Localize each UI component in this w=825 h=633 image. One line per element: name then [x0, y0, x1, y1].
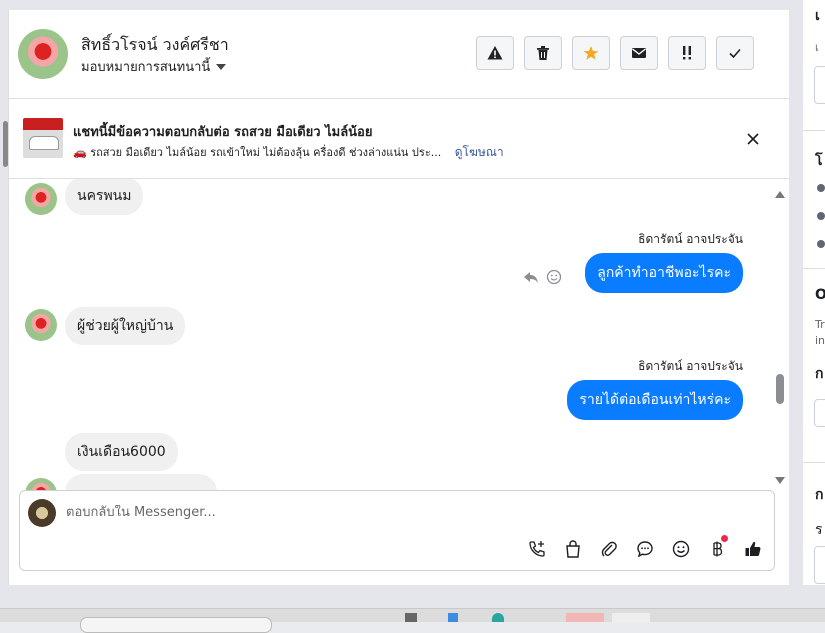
caret-down-icon — [216, 63, 227, 70]
section-heading-cut: โ — [815, 153, 823, 169]
incoming-message-partial[interactable]: ... — [65, 474, 217, 491]
close-banner-button[interactable] — [743, 129, 763, 149]
react-emoji-icon[interactable] — [546, 269, 562, 285]
scroll-down-arrow[interactable] — [775, 477, 785, 484]
emoji-icon — [672, 540, 690, 558]
divider — [803, 130, 825, 131]
incoming-message[interactable]: เงินเดือน6000 — [65, 433, 178, 471]
section-subtext-cut: เ — [815, 41, 819, 54]
notification-dot — [721, 535, 728, 542]
shop-button[interactable] — [563, 539, 583, 559]
delete-button[interactable] — [524, 36, 562, 70]
section-label-cut: ร — [815, 522, 823, 538]
conversation-header: สิทธิ์วโรจน์ วงค์ศรีชา มอบหมายการสนทนานี… — [9, 10, 789, 99]
message-thread[interactable]: นครพนม ธิดารัตน์ อาจประจัน ลูกค้าทำอาชีพ… — [9, 179, 789, 491]
app-window: สิทธิ์วโรจน์ วงค์ศรีชา มอบหมายการสนทนานี… — [0, 0, 825, 608]
emoji-button[interactable] — [671, 539, 691, 559]
assign-conversation-dropdown[interactable]: มอบหมายการสนทนานี้ — [81, 56, 227, 77]
attach-button[interactable] — [599, 539, 619, 559]
section-heading-cut: O — [815, 287, 825, 303]
scrollbar-thumb[interactable] — [776, 374, 784, 404]
shopping-bag-icon — [566, 540, 580, 558]
star-icon — [583, 46, 599, 60]
payment-button[interactable] — [707, 535, 728, 559]
contact-avatar[interactable] — [18, 29, 68, 79]
close-icon — [747, 133, 759, 145]
scroll-up-arrow[interactable] — [775, 191, 785, 198]
section-heading-cut: ก — [815, 487, 824, 503]
mark-done-button[interactable] — [716, 36, 754, 70]
check-icon — [729, 48, 741, 59]
incoming-message[interactable]: นครพนม — [65, 179, 144, 215]
banner-handle — [3, 121, 8, 167]
details-input-box[interactable] — [814, 546, 825, 584]
ad-banner-title: แชทนี้มีข้อความตอบกลับต่อ รถสวย มือเดียว… — [73, 125, 373, 140]
outgoing-message[interactable]: ลูกค้าทำอาชีพอะไรคะ — [585, 253, 743, 293]
location-icon — [817, 212, 825, 220]
envelope-icon — [632, 48, 646, 58]
mark-unread-button[interactable] — [620, 36, 658, 70]
conversation-panel: สิทธิ์วโรจน์ วงค์ศรีชา มอบหมายการสนทนานี… — [3, 10, 789, 585]
double-exclamation-icon — [683, 46, 691, 60]
location-icon — [817, 240, 825, 248]
contact-avatar-small — [25, 309, 57, 341]
thumbs-up-icon — [745, 541, 761, 556]
ad-banner-subtitle: 🚗 รถสวย มือเดียว ไมล์น้อย รถเข้าใหม่ ไม่… — [73, 143, 504, 162]
ad-reply-banner: แชทนี้มีข้อความตอบกลับต่อ รถสวย มือเดียว… — [3, 99, 789, 179]
contact-avatar-small — [25, 183, 57, 215]
section-subtext-cut: in — [815, 334, 825, 347]
ad-thumbnail[interactable] — [23, 118, 63, 158]
details-input-box[interactable] — [814, 66, 825, 104]
reply-icon[interactable] — [523, 269, 539, 285]
outgoing-message[interactable]: รายได้ต่อเดือนเท่าไหร่คะ — [567, 380, 743, 420]
baht-icon — [713, 541, 723, 557]
divider — [803, 462, 825, 463]
chat-bubble-icon — [637, 541, 653, 558]
ad-banner-text: 🚗 รถสวย มือเดียว ไมล์น้อย รถเข้าใหม่ ไม่… — [73, 146, 442, 159]
reply-input[interactable] — [66, 505, 666, 520]
message-sender: ธิดารัตน์ อาจประจัน — [638, 232, 743, 246]
section-heading-cut: เ — [815, 8, 820, 24]
incoming-message[interactable]: ผู้ช่วยผู้ใหญ่บ้าน — [65, 307, 186, 345]
warning-icon — [487, 46, 503, 60]
clock-icon — [817, 184, 825, 192]
star-button[interactable] — [572, 36, 610, 70]
contact-details-panel: เ เ โ O Tr in ก ก ร — [803, 0, 825, 585]
send-like-button[interactable] — [743, 539, 763, 559]
message-sender: ธิดารัตน์ อาจประจัน — [638, 359, 743, 373]
reply-composer — [19, 490, 775, 571]
assign-label: มอบหมายการสนทนานี้ — [81, 60, 211, 75]
section-label-cut: ก — [815, 366, 824, 382]
saved-replies-button[interactable] — [635, 539, 655, 559]
page-avatar — [28, 499, 56, 527]
trash-icon — [537, 46, 549, 60]
divider — [803, 268, 825, 269]
phone-plus-icon — [529, 541, 545, 557]
warning-button[interactable] — [476, 36, 514, 70]
section-subtext-cut: Tr — [815, 318, 825, 331]
os-taskbar — [0, 608, 825, 633]
dropdown-box[interactable] — [814, 399, 825, 427]
follow-up-button[interactable] — [668, 36, 706, 70]
view-ad-link[interactable]: ดูโฆษณา — [455, 145, 504, 159]
contact-name[interactable]: สิทธิ์วโรจน์ วงค์ศรีชา — [81, 33, 229, 58]
taskbar-search[interactable] — [80, 617, 272, 633]
paperclip-icon — [601, 541, 617, 557]
call-button[interactable] — [527, 539, 547, 559]
